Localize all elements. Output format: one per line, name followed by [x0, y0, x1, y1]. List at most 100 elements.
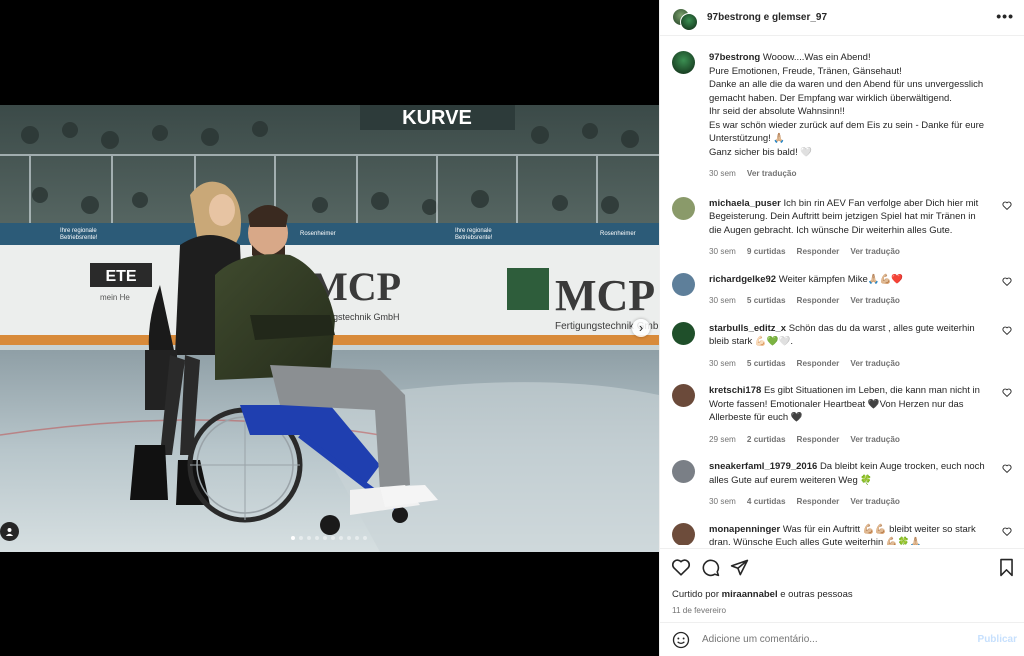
caption-text: Wooow....Was ein Abend! Pure Emotionen, … — [709, 52, 985, 158]
comment-likes[interactable]: 4 curtidas — [747, 495, 786, 509]
comment-time[interactable]: 30 sem — [709, 294, 736, 308]
carousel-dot — [299, 536, 303, 540]
board-text-1: Rosenheimer — [300, 231, 336, 237]
carousel-dot — [339, 536, 343, 540]
post-comment-button[interactable]: Publicar — [978, 634, 1017, 645]
comment-time[interactable]: 30 sem — [709, 245, 736, 259]
comment-container: michaela_puser Ich bin rin AEV Fan verfo… — [672, 196, 1013, 545]
share-icon[interactable] — [730, 558, 749, 577]
board-sub-1: Betriebsrente! — [60, 235, 98, 241]
carousel-dot — [291, 536, 295, 540]
avatar[interactable] — [672, 384, 695, 407]
sponsor-mcp-2: MCP — [555, 271, 655, 320]
caption-time[interactable]: 30 sem — [709, 167, 736, 181]
board-text-2: Rosenheimer — [600, 231, 636, 237]
comment-item: kretschi178 Es gibt Situationen im Leben… — [672, 384, 1013, 446]
reply-link[interactable]: Responder — [797, 294, 840, 308]
like-comment-heart-icon[interactable] — [1002, 527, 1012, 536]
avatar[interactable] — [672, 460, 695, 483]
tagged-users-button[interactable] — [0, 522, 19, 541]
reply-link[interactable]: Responder — [797, 357, 840, 371]
comment-username[interactable]: monapenninger — [709, 524, 780, 535]
carousel-dot — [307, 536, 311, 540]
post-date[interactable]: 11 de fevereiro — [672, 606, 726, 615]
post-authors[interactable]: 97bestrong e glemser_97 — [707, 12, 827, 23]
comment-likes[interactable]: 9 curtidas — [747, 245, 786, 259]
post-photo[interactable]: KURVE Ihre regionale Betriebsrente! Rose… — [0, 105, 659, 552]
comment-likes[interactable]: 5 curtidas — [747, 357, 786, 371]
comment-time[interactable]: 30 sem — [709, 495, 736, 509]
comments-list[interactable]: 97bestrong Wooow....Was ein Abend! Pure … — [660, 37, 1024, 545]
avatar[interactable] — [672, 272, 695, 296]
comment-time[interactable]: 30 sem — [709, 357, 736, 371]
carousel-dot — [315, 536, 319, 540]
reply-link[interactable]: Responder — [797, 495, 840, 509]
reply-link[interactable]: Responder — [797, 433, 840, 447]
collab-avatars[interactable] — [672, 5, 698, 31]
translate-link[interactable]: Ver tradução — [850, 495, 900, 509]
bookmark-icon[interactable] — [998, 558, 1015, 577]
carousel-dot — [355, 536, 359, 540]
carousel-dot — [323, 536, 327, 540]
comment-item: michaela_puser Ich bin rin AEV Fan verfo… — [672, 196, 1013, 259]
banner-kurve: KURVE — [402, 107, 472, 129]
carousel-dot — [363, 536, 367, 540]
like-comment-heart-icon[interactable] — [1002, 388, 1012, 397]
board-small-1: Ihre regionale — [60, 228, 97, 234]
like-comment-heart-icon[interactable] — [1002, 201, 1012, 210]
comment-username[interactable]: michaela_puser — [709, 198, 781, 209]
translate-link[interactable]: Ver tradução — [747, 167, 797, 181]
sponsor-left-logo: ETE — [105, 268, 136, 285]
post-side-panel: 97bestrong e glemser_97 ••• 97bestrong W… — [659, 0, 1024, 656]
comment-item: monapenninger Was für ein Auftritt 💪🏼💪🏼 … — [672, 522, 1013, 545]
comment-item: richardgelke92 Weiter kämpfen Mike🙏🏼💪🏼❤️… — [672, 272, 1013, 308]
comment-username[interactable]: sneakerfaml_1979_2016 — [709, 461, 817, 472]
action-row — [671, 558, 1015, 578]
board-small-2: Ihre regionale — [455, 228, 492, 234]
more-options-button[interactable]: ••• — [996, 9, 1014, 23]
next-slide-button[interactable]: › — [632, 319, 650, 337]
comment-item: sneakerfaml_1979_2016 Da bleibt kein Aug… — [672, 460, 1013, 509]
like-comment-heart-icon[interactable] — [1002, 326, 1012, 335]
avatar[interactable] — [672, 51, 695, 74]
liked-suffix[interactable]: e outras pessoas — [780, 589, 852, 600]
comment-username[interactable]: starbulls_editz_x — [709, 323, 786, 334]
comment-input[interactable] — [702, 634, 978, 645]
photo-illustration: KURVE Ihre regionale Betriebsrente! Rose… — [0, 105, 659, 552]
avatar[interactable] — [672, 522, 695, 545]
like-comment-heart-icon[interactable] — [1002, 277, 1012, 286]
liked-prefix: Curtido por — [672, 589, 719, 600]
comment-username[interactable]: richardgelke92 — [709, 274, 776, 285]
board-sub-2: Betriebsrente! — [455, 235, 493, 241]
chevron-right-icon: › — [638, 320, 644, 335]
post-caption: 97bestrong Wooow....Was ein Abend! Pure … — [672, 51, 1013, 181]
post-header: 97bestrong e glemser_97 ••• — [660, 0, 1024, 36]
carousel-dot — [331, 536, 335, 540]
comment-text: Weiter kämpfen Mike🙏🏼💪🏼❤️ — [778, 273, 904, 285]
user-icon — [5, 527, 14, 536]
translate-link[interactable]: Ver tradução — [850, 294, 900, 308]
likes-summary[interactable]: Curtido por miraannabel e outras pessoas — [672, 589, 853, 600]
avatar[interactable] — [672, 321, 695, 345]
comment-icon[interactable] — [701, 558, 720, 577]
heart-icon[interactable] — [671, 558, 691, 576]
comment-likes[interactable]: 5 curtidas — [747, 294, 786, 308]
carousel-indicator — [291, 536, 367, 540]
carousel-dot — [347, 536, 351, 540]
avatar[interactable] — [672, 196, 695, 220]
translate-link[interactable]: Ver tradução — [850, 357, 900, 371]
sponsor-left-sub: mein He — [100, 293, 130, 302]
comment-likes[interactable]: 2 curtidas — [747, 433, 786, 447]
comment-time[interactable]: 29 sem — [709, 433, 736, 447]
comment-item: starbulls_editz_x Schön das du da warst … — [672, 321, 1013, 371]
emoji-icon[interactable] — [672, 631, 690, 649]
reply-link[interactable]: Responder — [797, 245, 840, 259]
liked-user[interactable]: miraannabel — [722, 589, 778, 600]
like-comment-heart-icon[interactable] — [1002, 464, 1012, 473]
avatar — [680, 12, 698, 31]
comment-username[interactable]: kretschi178 — [709, 385, 761, 396]
translate-link[interactable]: Ver tradução — [850, 433, 900, 447]
translate-link[interactable]: Ver tradução — [850, 245, 900, 259]
caption-username[interactable]: 97bestrong — [709, 52, 760, 63]
post-media-pane: KURVE Ihre regionale Betriebsrente! Rose… — [0, 0, 659, 656]
